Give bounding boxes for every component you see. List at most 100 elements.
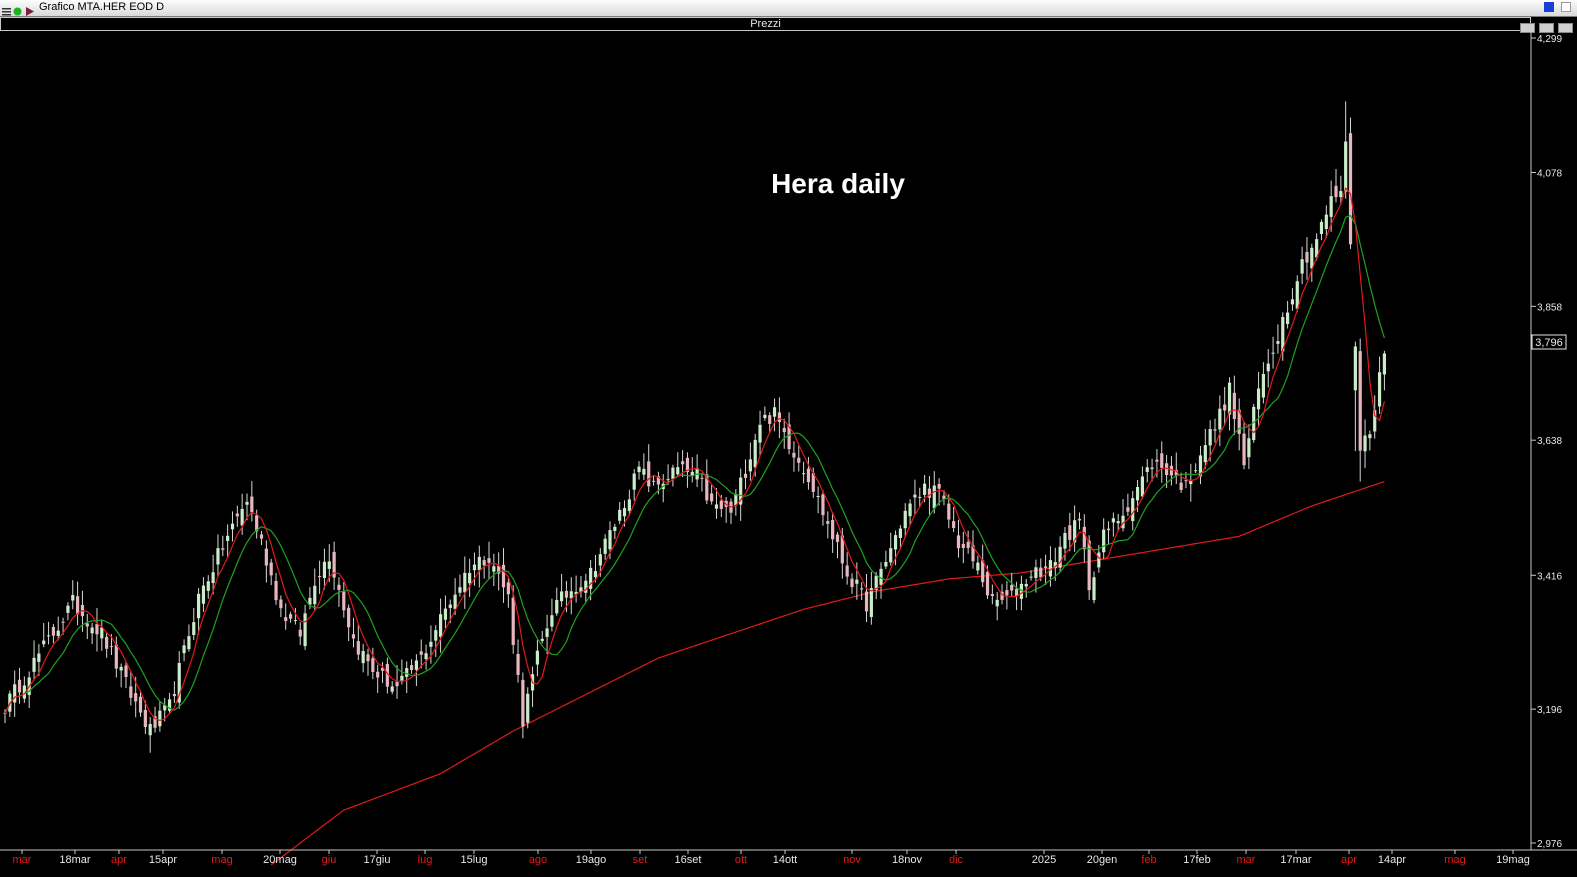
candle bbox=[1140, 466, 1144, 499]
candle-body bbox=[1344, 141, 1348, 192]
candle bbox=[710, 484, 714, 505]
candle-body bbox=[860, 588, 864, 590]
candle bbox=[230, 511, 235, 542]
candle-body bbox=[898, 528, 902, 539]
candle bbox=[1145, 459, 1149, 483]
candle-body bbox=[148, 724, 152, 736]
candle-body bbox=[17, 679, 22, 693]
candle bbox=[216, 534, 220, 578]
candle bbox=[831, 512, 835, 553]
candle bbox=[835, 531, 840, 559]
x-tick-label: 20gen bbox=[1087, 854, 1118, 866]
candle-body bbox=[671, 467, 675, 479]
candle-body bbox=[540, 638, 544, 641]
candle bbox=[1377, 356, 1382, 414]
candle-body bbox=[1227, 382, 1232, 415]
candle bbox=[66, 602, 70, 621]
candle bbox=[961, 531, 965, 564]
candle-body bbox=[1106, 528, 1111, 531]
candle bbox=[1353, 341, 1357, 452]
candle-body bbox=[681, 461, 685, 465]
candle-body bbox=[1111, 518, 1115, 523]
candle bbox=[1005, 581, 1009, 610]
candle bbox=[434, 625, 438, 658]
y-tick-label: 3,416 bbox=[1537, 571, 1562, 582]
candle bbox=[468, 558, 472, 597]
candle-body bbox=[37, 653, 41, 662]
x-tick-label: giu bbox=[322, 854, 337, 866]
candle-body bbox=[51, 626, 55, 636]
candle bbox=[1344, 101, 1348, 199]
candle-body bbox=[889, 548, 893, 563]
x-tick-label: 17feb bbox=[1183, 854, 1211, 866]
candle-body bbox=[318, 576, 322, 578]
y-tick-label: 3,196 bbox=[1537, 705, 1562, 716]
candle bbox=[1276, 324, 1280, 354]
candle-body bbox=[763, 414, 767, 419]
candle bbox=[129, 671, 133, 706]
candle bbox=[613, 523, 617, 540]
candle bbox=[100, 620, 104, 651]
candle-body bbox=[1116, 521, 1120, 524]
ma-long-line bbox=[270, 481, 1385, 866]
candle bbox=[1227, 377, 1232, 431]
candle-body bbox=[966, 541, 970, 548]
candle-body bbox=[1353, 346, 1357, 391]
candle-body bbox=[1208, 429, 1212, 446]
candle-body bbox=[376, 671, 380, 678]
candle-body bbox=[1126, 507, 1130, 512]
candle-body bbox=[1131, 498, 1135, 522]
candle-body bbox=[1382, 353, 1386, 375]
candle-body bbox=[584, 580, 588, 593]
candle-body bbox=[303, 613, 307, 647]
candle bbox=[826, 511, 830, 539]
candle-body bbox=[90, 627, 94, 634]
candle-body bbox=[1319, 221, 1324, 234]
candle bbox=[526, 687, 530, 729]
candle bbox=[385, 657, 389, 694]
candle bbox=[1305, 237, 1309, 280]
x-tick-label: dic bbox=[949, 854, 964, 866]
candle bbox=[956, 519, 961, 558]
x-tick-label: 17mar bbox=[1280, 854, 1312, 866]
candle bbox=[13, 670, 17, 717]
candle bbox=[477, 545, 481, 588]
candle bbox=[850, 573, 854, 594]
candle-body bbox=[472, 564, 477, 571]
candle bbox=[763, 406, 767, 421]
candle-body bbox=[1082, 526, 1086, 550]
candle bbox=[1319, 219, 1324, 241]
candle-body bbox=[990, 594, 994, 597]
x-tick-label: 19mag bbox=[1496, 854, 1530, 866]
candle-body bbox=[758, 424, 762, 443]
candle-body bbox=[240, 508, 244, 526]
price-chart[interactable]: Hera daily 4,299 4,078 3,858 3,638 3,416 3,19… bbox=[0, 0, 1577, 877]
y-tick-label: 4,299 bbox=[1537, 34, 1562, 45]
candle bbox=[259, 530, 264, 546]
candle-body bbox=[1044, 566, 1048, 568]
candle-body bbox=[792, 452, 796, 458]
candle-body bbox=[216, 548, 220, 565]
candle-body bbox=[119, 666, 123, 671]
candle-body bbox=[458, 587, 462, 593]
candle bbox=[1247, 424, 1251, 470]
candle bbox=[879, 562, 883, 599]
candle-body bbox=[361, 651, 365, 664]
candle-body bbox=[342, 591, 346, 611]
candle-body bbox=[105, 636, 109, 649]
candle bbox=[42, 623, 46, 648]
candle bbox=[1290, 288, 1295, 311]
candle bbox=[971, 530, 975, 569]
candle-body bbox=[1063, 532, 1067, 549]
candle-body bbox=[743, 473, 748, 478]
candle-body bbox=[545, 628, 549, 637]
candle bbox=[637, 461, 641, 480]
candle-body bbox=[76, 596, 80, 615]
candle-body bbox=[356, 641, 360, 655]
candle-body bbox=[1058, 546, 1062, 568]
candle-body bbox=[337, 584, 341, 590]
x-tick-label: 2025 bbox=[1032, 854, 1056, 866]
candle-body bbox=[1203, 445, 1207, 463]
candle-body bbox=[768, 415, 772, 424]
candle-body bbox=[1276, 341, 1280, 344]
